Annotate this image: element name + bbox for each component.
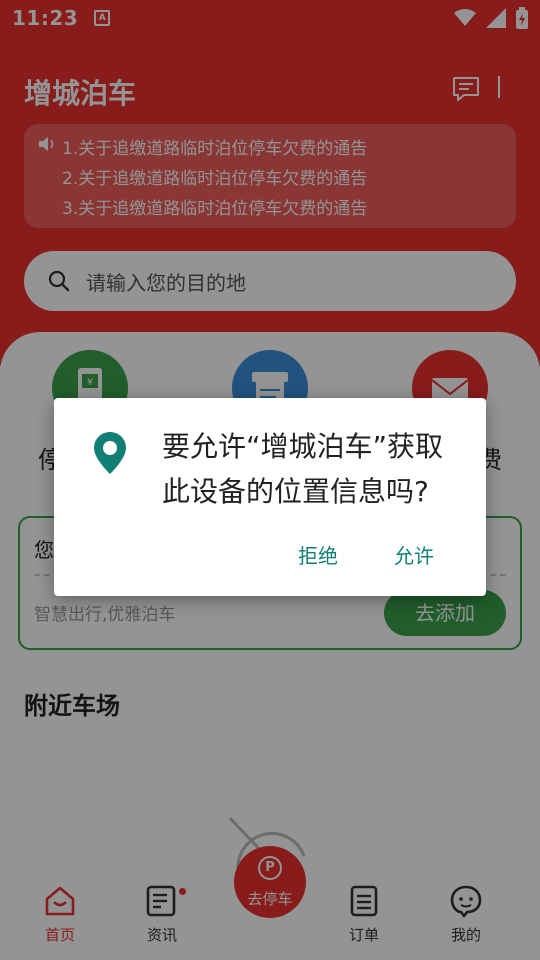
dialog-message: 要允许“增城泊车”获取此设备的位置信息吗? [162,430,444,508]
location-pin-icon [94,432,126,474]
location-permission-dialog: 要允许“增城泊车”获取此设备的位置信息吗? 拒绝 允许 [54,398,486,596]
deny-button[interactable]: 拒绝 [298,540,338,569]
allow-button[interactable]: 允许 [394,540,434,569]
